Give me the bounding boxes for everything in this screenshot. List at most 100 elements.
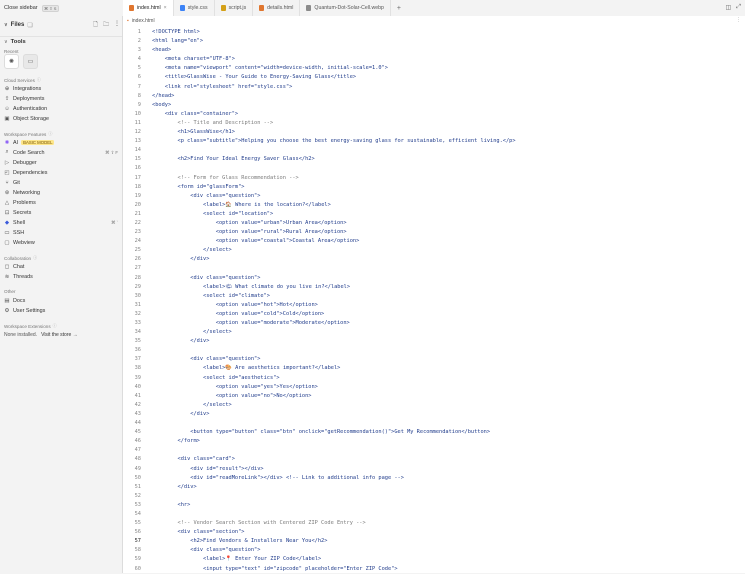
breadcrumb-file[interactable]: index.html: [132, 18, 155, 24]
code-line[interactable]: 59 <label>📍 Enter Your ZIP Code</label>: [123, 555, 745, 564]
code-line[interactable]: 33 <option value="moderate">Moderate</op…: [123, 319, 745, 328]
tab-2[interactable]: script.js: [215, 0, 254, 16]
code-line[interactable]: 46 </form>: [123, 437, 745, 446]
sidebar-item-secrets[interactable]: ⊡ Secrets: [4, 208, 118, 217]
code-line[interactable]: 40 <option value="yes">Yes</option>: [123, 383, 745, 392]
code-line[interactable]: 20 <label>🏠 Where is the location?</labe…: [123, 201, 745, 210]
sidebar-item-authentication[interactable]: ☺ Authentication: [4, 104, 118, 113]
more-icon[interactable]: ⋮: [736, 17, 741, 23]
code-area[interactable]: 1 <!DOCTYPE html> 2 <html lang="en"> 3 <head>…: [123, 28, 745, 574]
code-line[interactable]: 19 <div class="question">: [123, 192, 745, 201]
code-line[interactable]: 3 <head>: [123, 46, 745, 55]
sidebar-item-shell[interactable]: ◆ Shell ⌘ `: [4, 218, 118, 227]
sidebar-item-integrations[interactable]: ⊕ Integrations: [4, 84, 118, 93]
code-line[interactable]: 5 <meta name="viewport" content="width=d…: [123, 64, 745, 73]
code-line[interactable]: 13 <p class="subtitle">Helping you choos…: [123, 137, 745, 146]
code-line[interactable]: 9 <body>: [123, 101, 745, 110]
code-line[interactable]: 15 <h2>Find Your Ideal Energy Saver Glas…: [123, 155, 745, 164]
code-line[interactable]: 22 <option value="urban">Urban Area</opt…: [123, 219, 745, 228]
code-line[interactable]: 42 </select>: [123, 401, 745, 410]
code-line[interactable]: 16: [123, 164, 745, 173]
sidebar-item-problems[interactable]: △ Problems: [4, 198, 118, 207]
code-line[interactable]: 28 <div class="question">: [123, 274, 745, 283]
code-line[interactable]: 23 <option value="rural">Rural Area</opt…: [123, 228, 745, 237]
code-line[interactable]: 54: [123, 510, 745, 519]
sidebar-item-deployments[interactable]: ⇪ Deployments: [4, 94, 118, 103]
code-line[interactable]: 8 </head>: [123, 92, 745, 101]
code-line[interactable]: 7 <link rel="stylesheet" href="style.css…: [123, 83, 745, 92]
new-folder-icon[interactable]: 🗀: [103, 20, 109, 30]
code-line[interactable]: 44: [123, 419, 745, 428]
sidebar-item-dependencies[interactable]: ◰ Dependencies: [4, 168, 118, 177]
sidebar-item-code-search[interactable]: ⌕ Code Search ⌘ ⇧ F: [4, 148, 118, 157]
code-line[interactable]: 17 <!-- Form for Glass Recommendation --…: [123, 174, 745, 183]
code-line[interactable]: 2 <html lang="en">: [123, 37, 745, 46]
code-line[interactable]: 11 <!-- Title and Description -->: [123, 119, 745, 128]
code-line[interactable]: 25 </select>: [123, 246, 745, 255]
code-line[interactable]: 31 <option value="hot">Hot</option>: [123, 301, 745, 310]
split-view-icon[interactable]: ◫: [726, 4, 732, 11]
code-line[interactable]: 53 <hr>: [123, 501, 745, 510]
code-line[interactable]: 45 <button type="button" class="btn" onc…: [123, 428, 745, 437]
code-line[interactable]: 52: [123, 492, 745, 501]
code-line[interactable]: 57 <h2>Find Vendors & Installers Near Yo…: [123, 537, 745, 546]
code-line[interactable]: 43 </div>: [123, 410, 745, 419]
new-file-icon[interactable]: 🗋: [93, 20, 98, 30]
chat-icon[interactable]: ▭: [23, 54, 38, 69]
tab-4[interactable]: Quantum-Dot-Solar-Cell.webp: [300, 0, 391, 16]
code-line[interactable]: 37 <div class="question">: [123, 355, 745, 364]
close-icon[interactable]: ×: [164, 5, 167, 11]
code-line[interactable]: 48 <div class="card">: [123, 455, 745, 464]
files-header[interactable]: ∨ Files ❏ 🗋 🗀 ⋮: [4, 19, 120, 31]
code-line[interactable]: 12 <h1>GlassWise</h1>: [123, 128, 745, 137]
code-line[interactable]: 21 <select id="location">: [123, 210, 745, 219]
add-tab-button[interactable]: +: [391, 0, 407, 16]
code-line[interactable]: 24 <option value="coastal">Coastal Area<…: [123, 237, 745, 246]
sidebar-item-chat[interactable]: ◻ Chat: [4, 262, 118, 271]
sidebar-item-docs[interactable]: ▤ Docs: [4, 296, 118, 305]
code-line[interactable]: 34 </select>: [123, 328, 745, 337]
code-line[interactable]: 56 <div class="section">: [123, 528, 745, 537]
code-line[interactable]: 29 <label>🌤 What climate do you live in?…: [123, 283, 745, 292]
code-line[interactable]: 14: [123, 146, 745, 155]
code-line[interactable]: 4 <meta charset="UTF-8">: [123, 55, 745, 64]
code-line[interactable]: 30 <select id="climate">: [123, 292, 745, 301]
sidebar-item-debugger[interactable]: ▷ Debugger: [4, 158, 118, 167]
sidebar-item-object-storage[interactable]: ▣ Object Storage: [4, 114, 118, 123]
sidebar-item-user-settings[interactable]: ⚙ User Settings: [4, 306, 118, 315]
tab-0[interactable]: index.html ×: [123, 0, 174, 16]
tab-1[interactable]: style.css: [174, 0, 215, 16]
tools-header[interactable]: ∨ Tools: [4, 39, 26, 45]
sidebar-item-ssh[interactable]: ▭ SSH: [4, 228, 118, 237]
code-line[interactable]: 58 <div class="question">: [123, 546, 745, 555]
tab-3[interactable]: details.html: [253, 0, 301, 16]
code-line[interactable]: 36: [123, 346, 745, 355]
code-line[interactable]: 38 <label>🎨 Are aesthetics important?</l…: [123, 364, 745, 373]
code-line[interactable]: 32 <option value="cold">Cold</option>: [123, 310, 745, 319]
sidebar-item-webview[interactable]: ▢ Webview: [4, 238, 118, 247]
more-icon[interactable]: ⋮: [114, 20, 120, 30]
close-sidebar-button[interactable]: Close sidebar ⌘ ⇧ S: [4, 2, 59, 14]
code-line[interactable]: 39 <select id="aesthetics">: [123, 374, 745, 383]
expand-icon[interactable]: ⤢: [736, 4, 741, 11]
code-line[interactable]: 26 </div>: [123, 255, 745, 264]
code-line[interactable]: 49 <div id="result"></div>: [123, 465, 745, 474]
code-line[interactable]: 35 </div>: [123, 337, 745, 346]
code-line[interactable]: 60 <input type="text" id="zipcode" place…: [123, 565, 745, 574]
sidebar-item-networking[interactable]: ⊛ Networking: [4, 188, 118, 197]
sidebar-item-threads[interactable]: ≋ Threads: [4, 272, 118, 281]
code-line[interactable]: 27: [123, 264, 745, 273]
code-line[interactable]: 6 <title>GlassWise - Your Guide to Energ…: [123, 73, 745, 82]
code-line[interactable]: 50 <div id="readMoreLink"></div> <!-- Li…: [123, 474, 745, 483]
code-line[interactable]: 10 <div class="container">: [123, 110, 745, 119]
code-line[interactable]: 18 <form id="glassForm">: [123, 183, 745, 192]
code-line[interactable]: 55 <!-- Vendor Search Section with Cente…: [123, 519, 745, 528]
code-line[interactable]: 1 <!DOCTYPE html>: [123, 28, 745, 37]
sidebar-item-ai[interactable]: ✺ AI BASIC MODEL: [4, 138, 118, 147]
code-line[interactable]: 51 </div>: [123, 483, 745, 492]
visit-store-link[interactable]: Visit the store →: [41, 332, 78, 338]
code-line[interactable]: 41 <option value="no">No</option>: [123, 392, 745, 401]
code-line[interactable]: 47: [123, 446, 745, 455]
ai-icon[interactable]: ✺: [4, 54, 19, 69]
sidebar-item-git[interactable]: ⑂ Git: [4, 178, 118, 187]
